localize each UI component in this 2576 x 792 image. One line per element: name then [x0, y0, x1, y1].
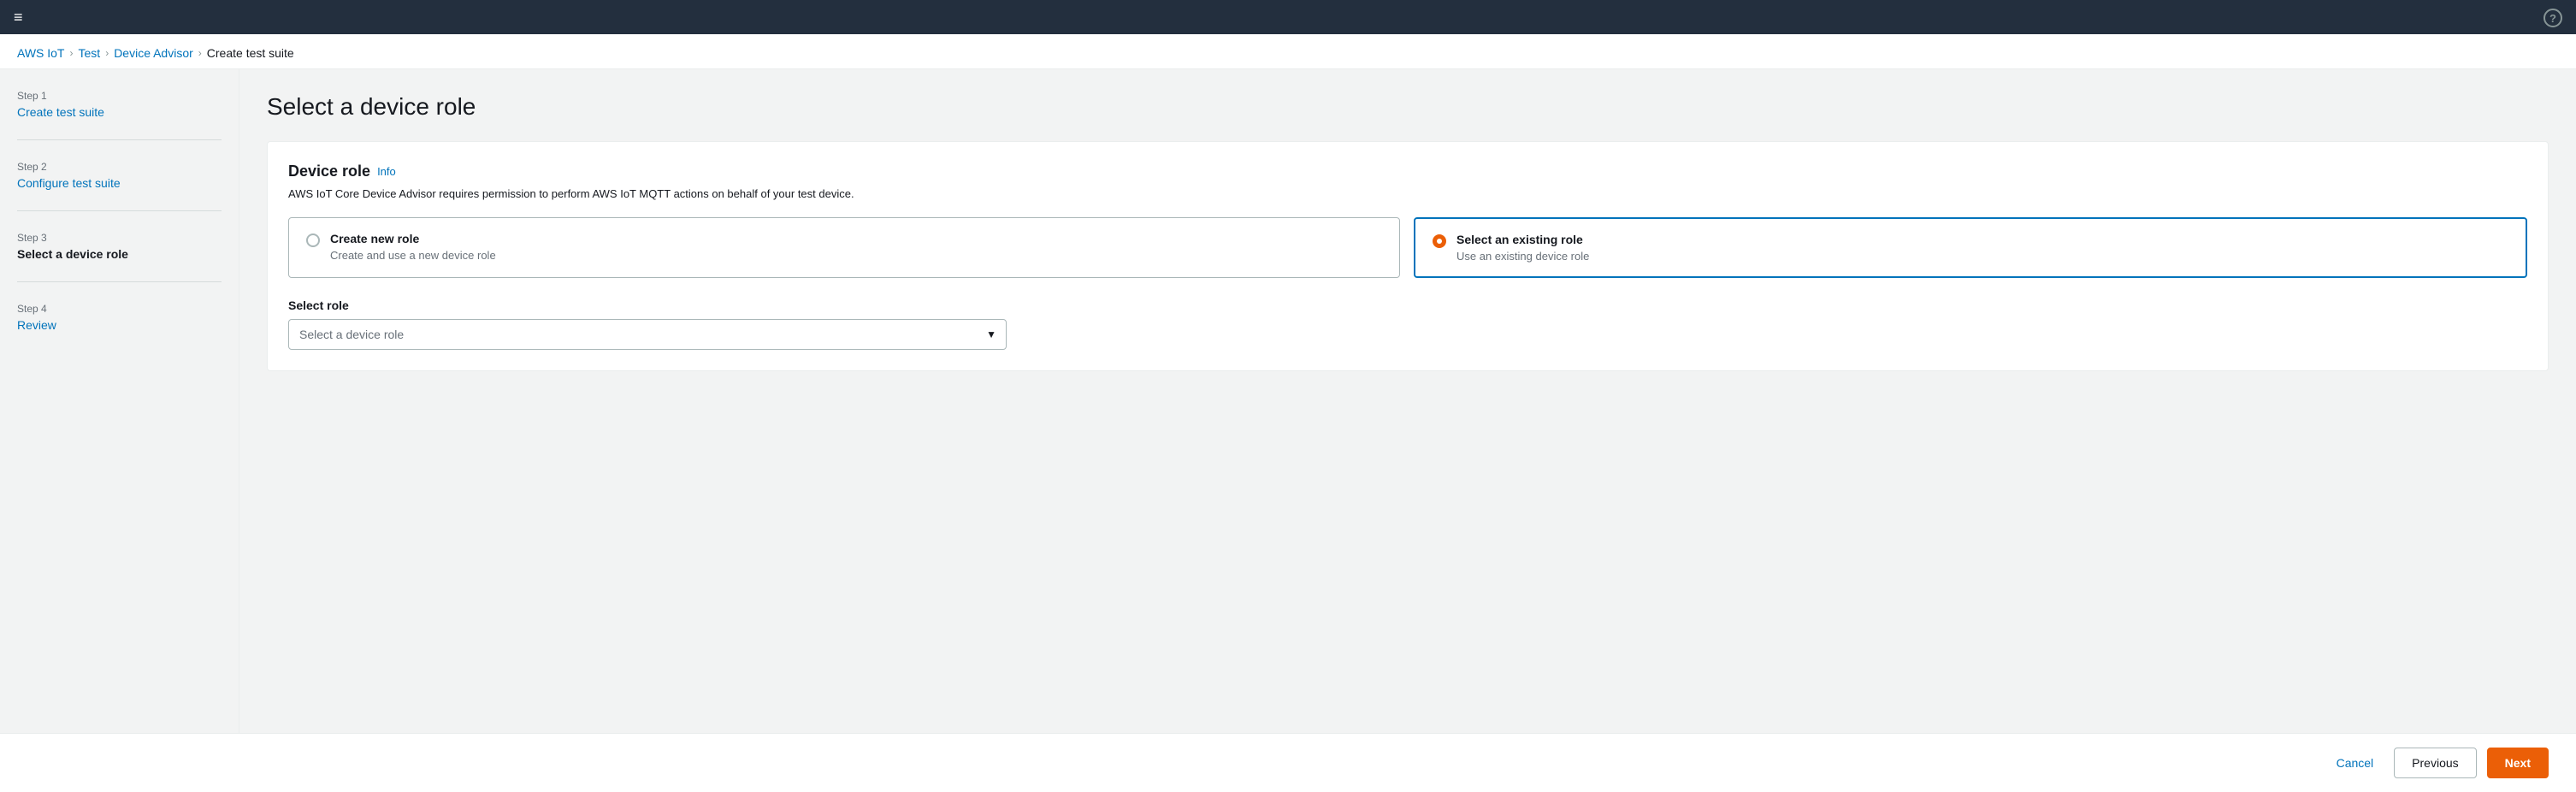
info-link[interactable]: Info — [377, 165, 396, 178]
sidebar-item-configure-test-suite[interactable]: Configure test suite — [17, 176, 121, 190]
sidebar: Step 1 Create test suite Step 2 Configur… — [0, 69, 239, 733]
footer-actions: Cancel Previous Next — [0, 733, 2576, 792]
breadcrumb-test[interactable]: Test — [79, 46, 101, 60]
role-options: Create new role Create and use a new dev… — [288, 217, 2527, 278]
step-2-label: Step 2 — [17, 161, 222, 173]
previous-button[interactable]: Previous — [2394, 748, 2476, 778]
sidebar-step-4: Step 4 Review — [17, 303, 222, 332]
hamburger-icon[interactable]: ≡ — [14, 9, 23, 27]
breadcrumb-sep-3: › — [198, 47, 202, 59]
step-4-label: Step 4 — [17, 303, 222, 315]
card-description: AWS IoT Core Device Advisor requires per… — [288, 187, 2527, 200]
breadcrumb: AWS IoT › Test › Device Advisor › Create… — [0, 34, 2576, 69]
sidebar-divider-3 — [17, 281, 222, 282]
select-existing-role-text: Select an existing role Use an existing … — [1456, 233, 1589, 263]
card-title: Device role — [288, 163, 370, 180]
sidebar-step-1: Step 1 Create test suite — [17, 90, 222, 119]
create-new-role-title: Create new role — [330, 232, 496, 245]
select-existing-role-title: Select an existing role — [1456, 233, 1589, 246]
top-nav: ≡ — [0, 0, 2576, 34]
breadcrumb-sep-2: › — [105, 47, 109, 59]
sidebar-step-2: Step 2 Configure test suite — [17, 161, 222, 190]
breadcrumb-aws-iot[interactable]: AWS IoT — [17, 46, 65, 60]
sidebar-divider-1 — [17, 139, 222, 140]
breadcrumb-current: Create test suite — [207, 46, 294, 60]
next-button[interactable]: Next — [2487, 748, 2549, 778]
create-new-role-text: Create new role Create and use a new dev… — [330, 232, 496, 262]
main-content: Select a device role Device role Info AW… — [239, 69, 2576, 733]
sidebar-item-review[interactable]: Review — [17, 318, 56, 332]
sidebar-item-select-device-role: Select a device role — [17, 247, 128, 261]
select-existing-role-option[interactable]: Select an existing role Use an existing … — [1414, 217, 2527, 278]
breadcrumb-device-advisor[interactable]: Device Advisor — [114, 46, 193, 60]
card-header: Device role Info — [288, 163, 2527, 180]
sidebar-item-create-test-suite[interactable]: Create test suite — [17, 105, 104, 119]
device-role-card: Device role Info AWS IoT Core Device Adv… — [267, 141, 2549, 371]
role-dropdown[interactable]: Select a device role — [288, 319, 1007, 350]
create-new-role-desc: Create and use a new device role — [330, 249, 496, 262]
help-icon[interactable]: ? — [2544, 9, 2562, 27]
page-title: Select a device role — [267, 93, 2549, 121]
select-existing-radio[interactable] — [1433, 234, 1446, 248]
breadcrumb-sep-1: › — [70, 47, 74, 59]
select-role-label: Select role — [288, 298, 2527, 312]
step-1-label: Step 1 — [17, 90, 222, 102]
dropdown-wrapper: Select a device role ▼ — [288, 319, 1007, 350]
main-layout: Step 1 Create test suite Step 2 Configur… — [0, 69, 2576, 733]
create-new-radio[interactable] — [306, 233, 320, 247]
sidebar-step-3: Step 3 Select a device role — [17, 232, 222, 261]
step-3-label: Step 3 — [17, 232, 222, 244]
cancel-button[interactable]: Cancel — [2326, 748, 2384, 778]
create-new-role-option[interactable]: Create new role Create and use a new dev… — [288, 217, 1400, 278]
select-role-section: Select role Select a device role ▼ — [288, 298, 2527, 350]
select-existing-role-desc: Use an existing device role — [1456, 250, 1589, 263]
sidebar-divider-2 — [17, 210, 222, 211]
